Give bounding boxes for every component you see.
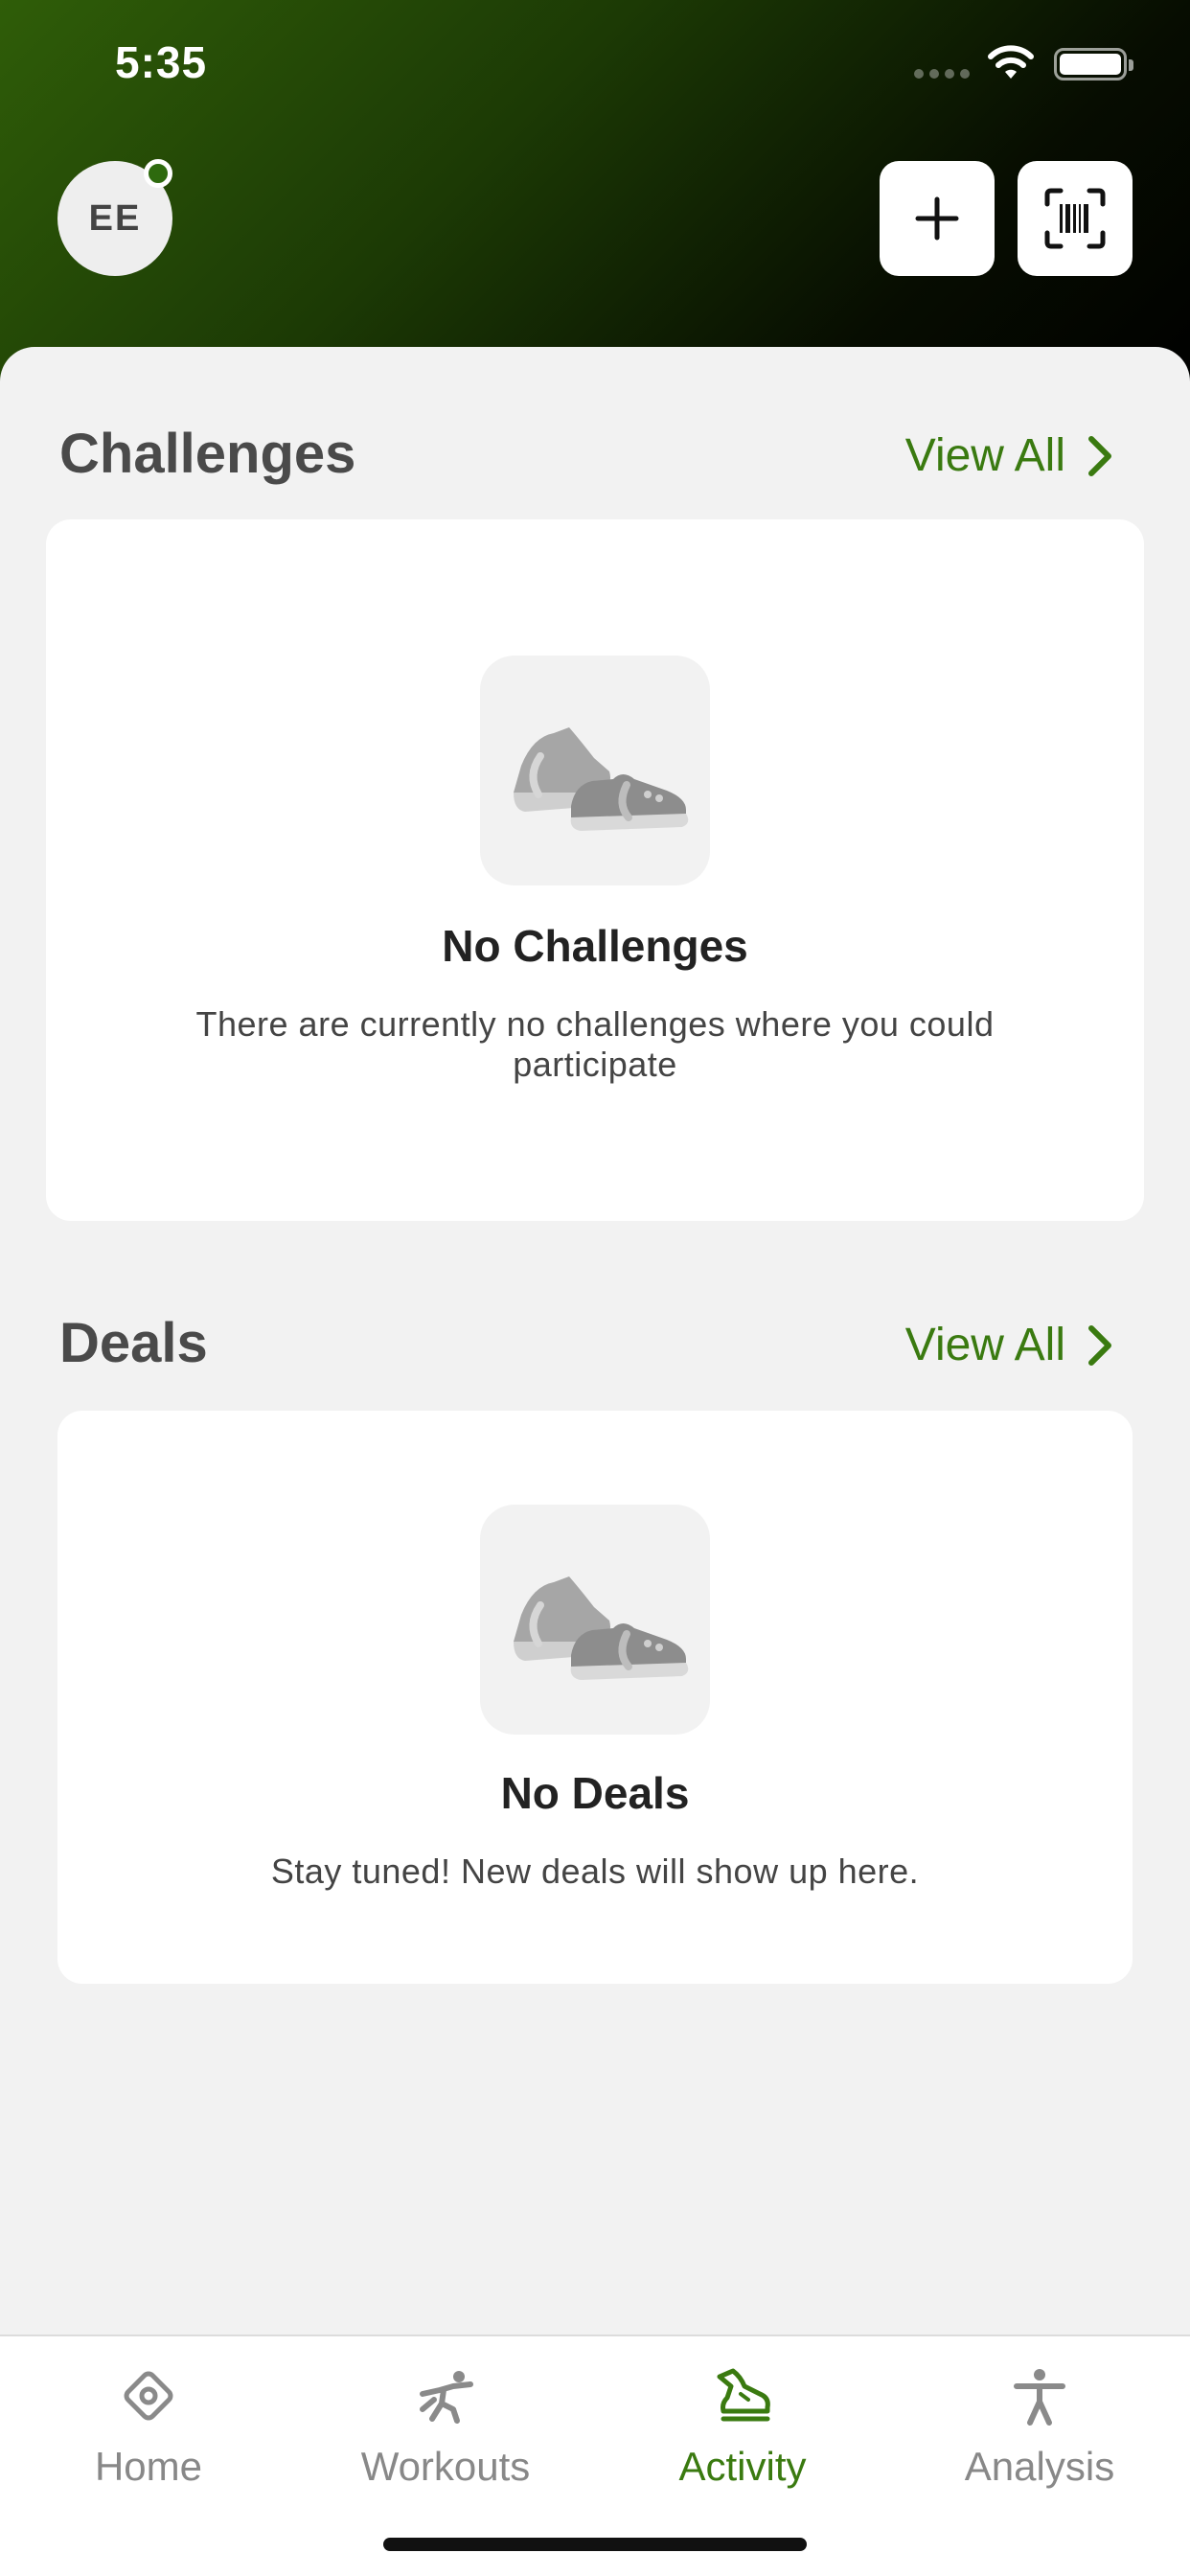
home-icon — [124, 2371, 173, 2421]
sneakers-icon — [480, 1505, 710, 1735]
deals-empty-card: No Deals Stay tuned! New deals will show… — [57, 1411, 1133, 1984]
view-all-label: View All — [904, 1320, 1065, 1370]
no-challenges-text: There are currently no challenges where … — [195, 1004, 995, 1085]
chevron-right-icon — [1088, 1324, 1111, 1366]
avatar-initials: EE — [88, 197, 142, 239]
tab-workouts[interactable]: Workouts — [297, 2336, 594, 2528]
status-time: 5:35 — [115, 37, 208, 87]
tab-home-label: Home — [94, 2444, 203, 2489]
challenges-view-all-link[interactable]: View All — [905, 429, 1113, 482]
barcode-scan-button[interactable] — [1018, 161, 1133, 276]
tab-analysis[interactable]: Analysis — [891, 2336, 1188, 2528]
tab-analysis-label: Analysis — [964, 2444, 1115, 2489]
analysis-icon — [1014, 2369, 1065, 2426]
deals-title: Deals — [59, 1312, 208, 1374]
view-all-label: View All — [904, 430, 1065, 481]
sneakers-icon — [480, 656, 710, 886]
plus-icon — [915, 196, 959, 241]
tab-activity-label: Activity — [678, 2444, 807, 2489]
challenges-empty-card: No Challenges There are currently no cha… — [46, 519, 1144, 1221]
chevron-right-icon — [1088, 435, 1111, 476]
workouts-icon — [420, 2371, 473, 2424]
tab-home[interactable]: Home — [0, 2336, 297, 2528]
deals-view-all-link[interactable]: View All — [905, 1319, 1113, 1371]
barcode-scan-icon — [1044, 188, 1106, 249]
wifi-icon — [988, 45, 1034, 79]
no-challenges-title: No Challenges — [442, 921, 748, 971]
home-indicator — [383, 2538, 807, 2551]
tab-workouts-label: Workouts — [360, 2444, 531, 2489]
status-bar: 5:35 — [0, 0, 1190, 134]
add-button[interactable] — [880, 161, 995, 276]
cellular-signal-icon — [914, 69, 970, 79]
tab-activity[interactable]: Activity — [594, 2336, 891, 2528]
no-deals-text: Stay tuned! New deals will show up here. — [270, 1852, 920, 1891]
battery-icon — [1054, 48, 1133, 80]
activity-icon — [717, 2368, 770, 2422]
no-deals-title: No Deals — [500, 1768, 690, 1818]
challenges-title: Challenges — [59, 423, 356, 485]
avatar-status-dot — [144, 159, 172, 188]
